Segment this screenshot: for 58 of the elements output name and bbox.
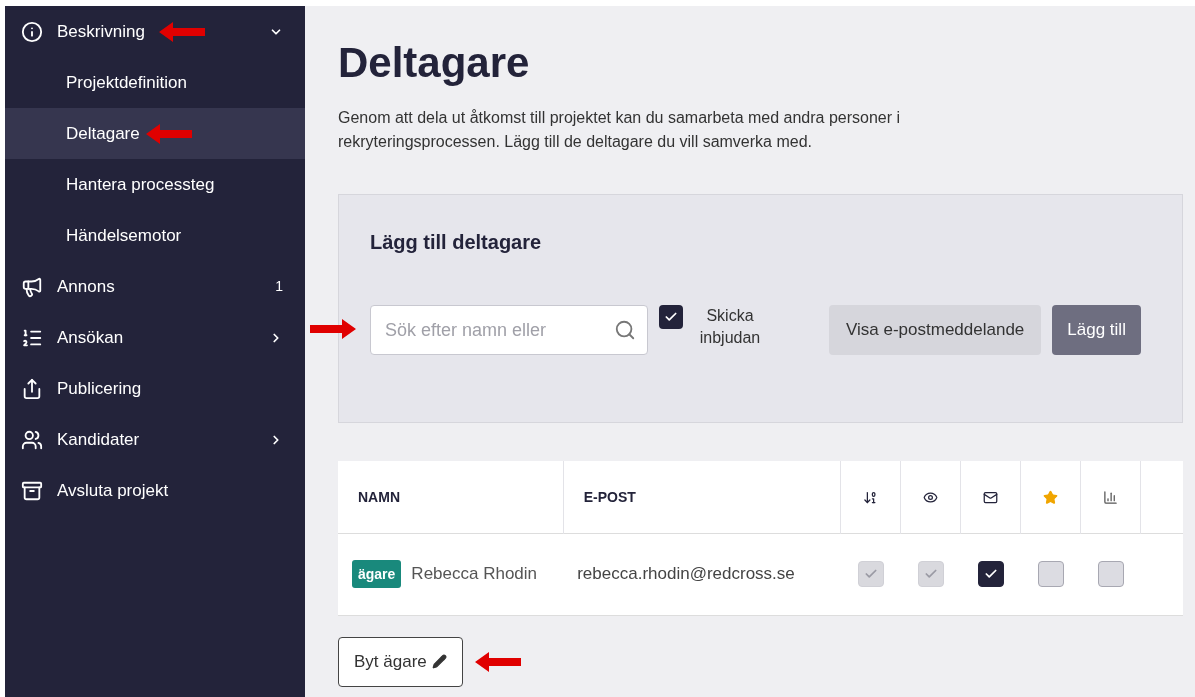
nav-label: Deltagare <box>66 122 140 145</box>
nav-label: Kandidater <box>57 428 140 451</box>
nav-item[interactable]: Ansökan <box>5 312 305 363</box>
annotation-arrow-icon <box>310 319 356 339</box>
checkbox[interactable] <box>1097 561 1124 587</box>
check-icon <box>923 567 938 581</box>
nav-item[interactable]: Kandidater <box>5 414 305 465</box>
info-icon <box>21 20 43 43</box>
archive-icon <box>21 479 43 502</box>
checkbox-label: Skicka inbjudan <box>698 306 762 348</box>
annotation-arrow-icon <box>145 123 192 144</box>
nav-label: Händelsemotor <box>66 224 182 247</box>
add-button[interactable]: Lägg till <box>1052 305 1141 355</box>
column-header: E-POST <box>583 488 636 505</box>
email-text: rebecca.rhodin@redcross.se <box>577 564 795 584</box>
page-title: Deltagare <box>338 38 531 88</box>
eye-icon <box>923 490 939 505</box>
check-icon <box>664 310 678 324</box>
sort-icon <box>863 490 879 505</box>
page-description: Genom att dela ut åtkomst till projektet kan du samarbeta med andra personer i rekryteringsprocessen. Lägg till de deltagare du vill samverka med. <box>338 108 902 152</box>
checkbox[interactable] <box>1037 561 1064 587</box>
check-icon <box>983 567 998 581</box>
owner-tag: ägare <box>352 560 402 588</box>
nav-label: Projektdefinition <box>66 71 187 94</box>
megaphone-icon <box>21 275 43 298</box>
share-icon <box>21 377 43 400</box>
nav-item[interactable]: Avsluta projekt <box>5 465 305 516</box>
check-icon <box>863 567 878 581</box>
panel-title: Lägg till deltagare <box>370 230 543 255</box>
search-field[interactable]: Sök efter namn eller <box>370 305 648 355</box>
chart-icon <box>1103 490 1119 505</box>
nav-subitem[interactable]: Deltagare <box>5 108 305 159</box>
nav-label: Beskrivning <box>57 20 145 43</box>
nav-label: Annons <box>57 275 115 298</box>
change-owner-button[interactable]: Byt ägare <box>338 636 463 687</box>
participant-name: Rebecca Rhodin <box>411 563 538 585</box>
nav-subitem[interactable]: Händelsemotor <box>5 210 305 261</box>
nav-label: Publicering <box>57 377 142 400</box>
nav-subitem[interactable]: Hantera processteg <box>5 159 305 210</box>
preview-email-button[interactable]: Visa e-postmeddelande <box>829 305 1042 355</box>
checkbox[interactable] <box>659 305 683 329</box>
pencil-icon <box>431 654 447 669</box>
nav-item[interactable]: Beskrivning <box>5 6 305 57</box>
nav-item[interactable]: Publicering <box>5 363 305 414</box>
nav-subitem[interactable]: Projektdefinition <box>5 57 305 108</box>
annotation-arrow-icon <box>474 651 521 672</box>
users-icon <box>21 428 43 451</box>
checkbox[interactable] <box>977 561 1004 587</box>
nav-label: Hantera processteg <box>66 173 215 196</box>
nav-item[interactable]: Annons 1 <box>5 261 305 312</box>
count-label: 1 <box>275 277 283 296</box>
mail-icon <box>983 490 999 505</box>
column-header: NAMN <box>358 488 400 505</box>
nav-label: Ansökan <box>57 326 124 349</box>
annotation-arrow-icon <box>158 21 205 42</box>
star-icon <box>1043 490 1059 505</box>
search-icon <box>614 319 636 341</box>
nav-label: Avsluta projekt <box>57 479 169 502</box>
